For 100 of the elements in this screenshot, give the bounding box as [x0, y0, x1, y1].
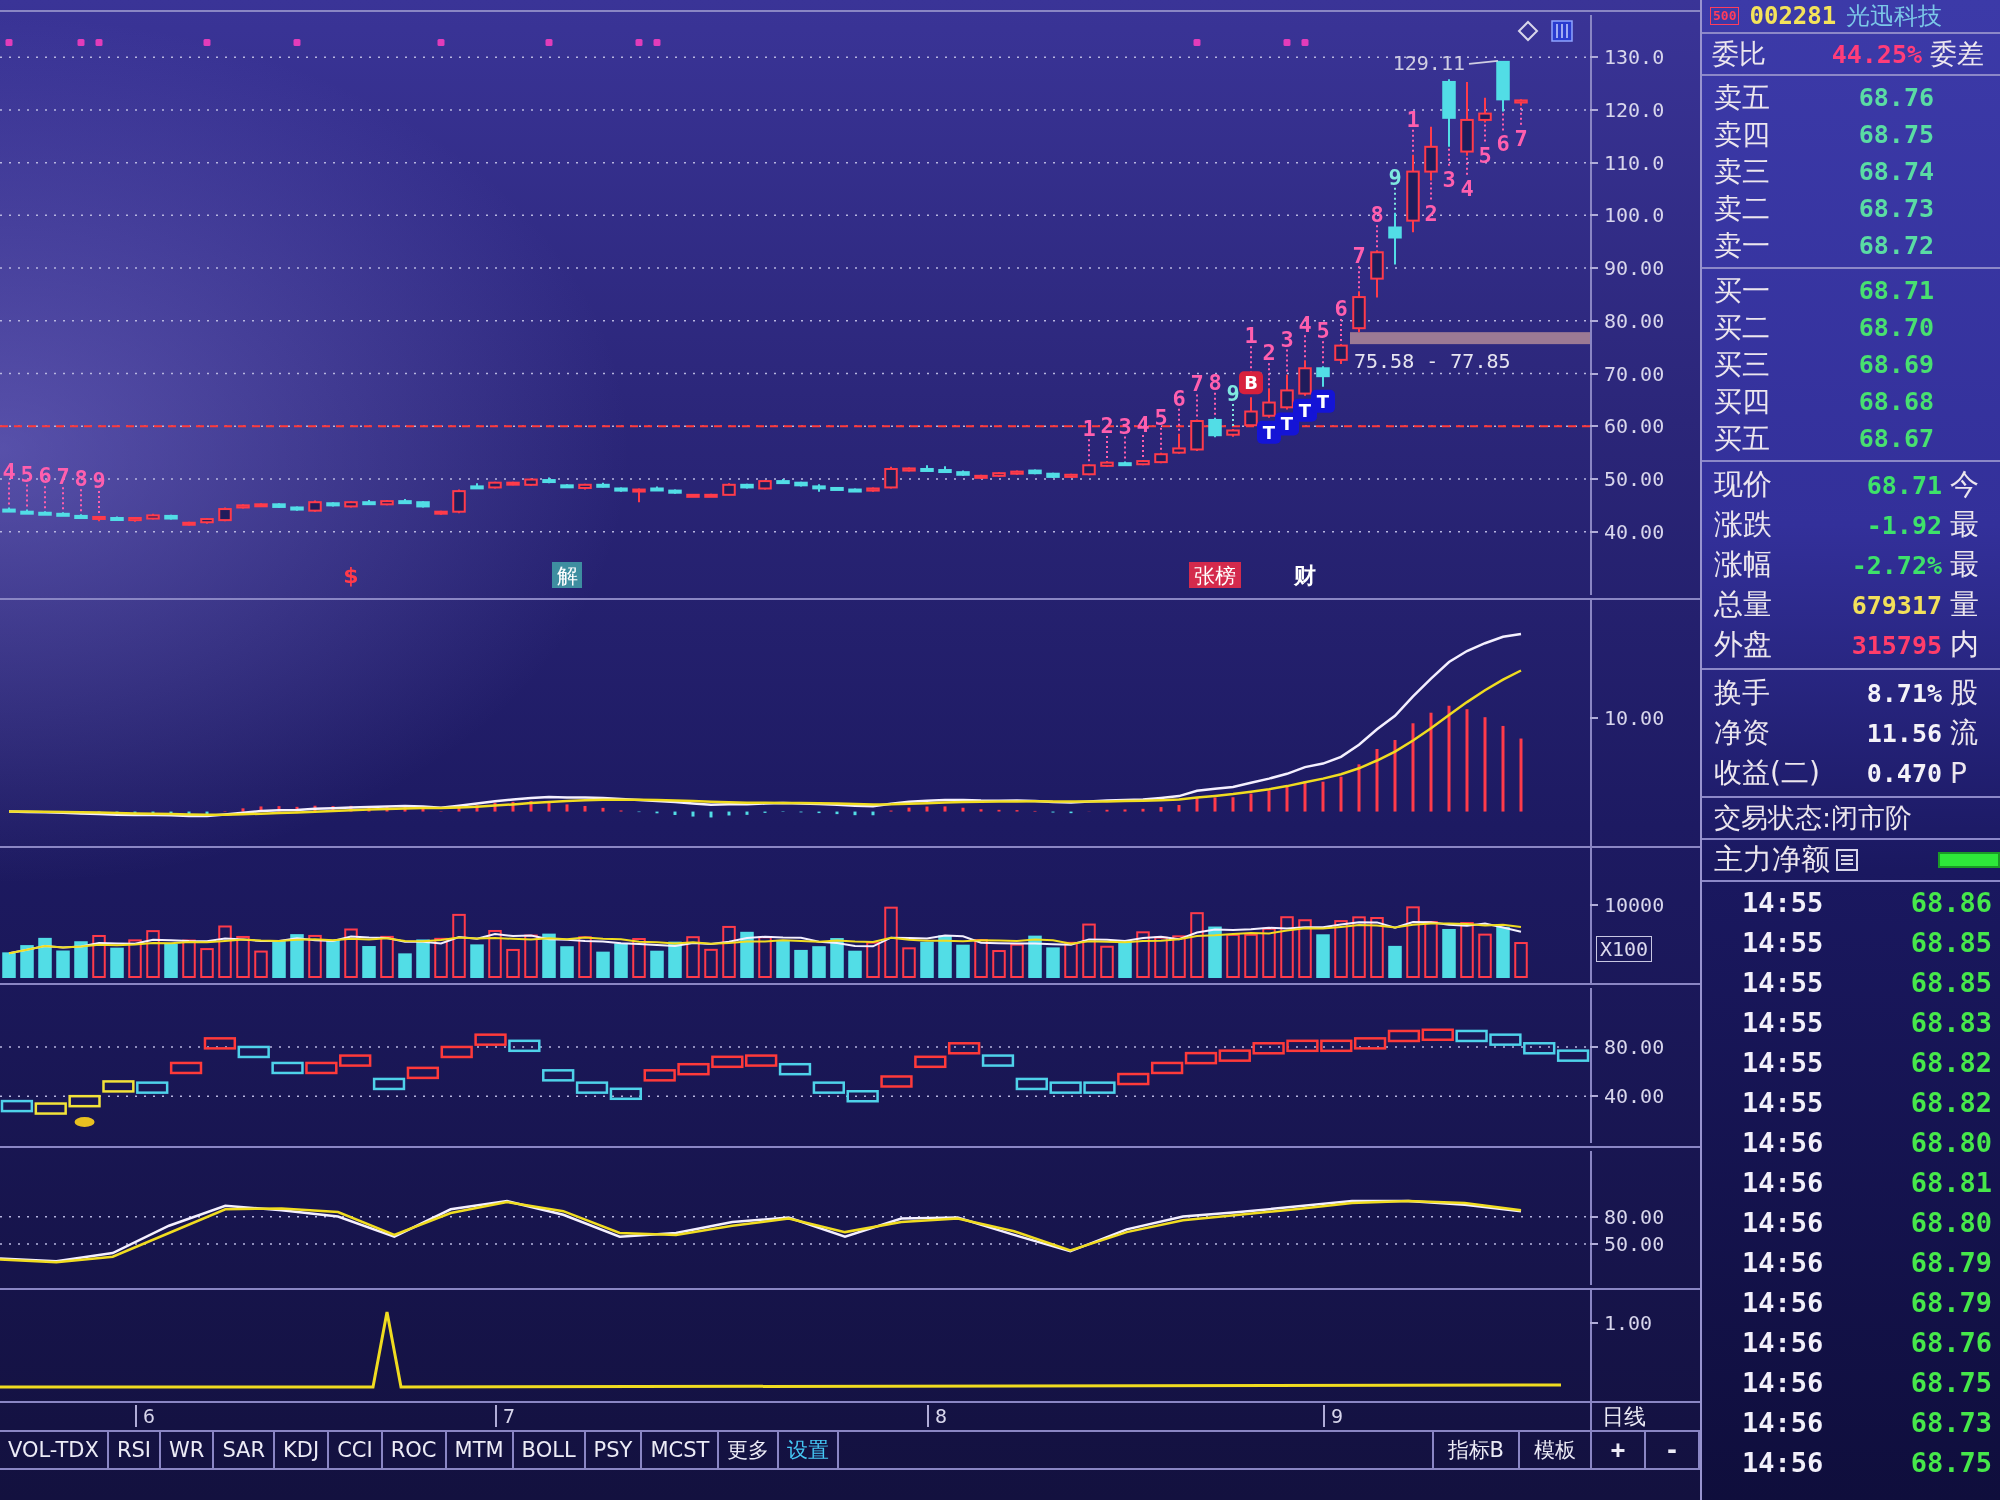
- ask-price: 68.74: [1857, 157, 1934, 186]
- ask-label: 卖二: [1714, 190, 1771, 227]
- candle: [650, 485, 664, 492]
- count-label: 4: [2, 459, 16, 507]
- stat-value: 315795: [1850, 630, 1942, 660]
- bid-label: 买二: [1714, 309, 1771, 346]
- count-label: 9: [1388, 164, 1402, 212]
- stock-name: 光迅科技: [1846, 1, 1943, 32]
- columns-icon[interactable]: [1551, 20, 1573, 42]
- count-label: 7: [1190, 371, 1204, 419]
- indicator-tab[interactable]: MTM: [446, 1432, 514, 1468]
- stat-side-label: 今: [1950, 466, 1979, 503]
- bid-label: 买三: [1714, 346, 1771, 383]
- count-label: 7: [56, 464, 70, 512]
- count-label: 2: [1100, 413, 1114, 461]
- tick-time: 14:56: [1742, 1366, 1824, 1398]
- stat-value: 0.470: [1865, 758, 1942, 788]
- count-label: 5: [1316, 318, 1330, 366]
- tick-time: 14:55: [1742, 1006, 1824, 1038]
- stat-value: 8.71%: [1865, 678, 1942, 708]
- count-label: 3: [1442, 147, 1456, 192]
- bid-label: 买五: [1714, 420, 1771, 457]
- bid-label: 买四: [1714, 383, 1771, 420]
- indicator-tab[interactable]: CCI: [329, 1432, 383, 1468]
- stat-label: 涨幅: [1714, 546, 1773, 583]
- ask-price: 68.72: [1857, 231, 1934, 260]
- tick-time: 14:55: [1742, 1046, 1824, 1078]
- count-label: 5: [1154, 404, 1168, 452]
- time-axis-label: 6: [135, 1405, 156, 1427]
- zoom-button[interactable]: +: [1592, 1432, 1646, 1468]
- count-label: 2: [1262, 340, 1276, 388]
- stat-label: 总量: [1714, 586, 1773, 623]
- tick-time: 14:56: [1742, 1446, 1824, 1478]
- indicator-tab[interactable]: VOL-TDX: [0, 1432, 109, 1468]
- tick-price: 68.85: [1910, 926, 1992, 958]
- tick-price: 68.76: [1910, 1326, 1992, 1358]
- list-icon[interactable]: [1836, 849, 1858, 871]
- signal-badge: B: [1239, 371, 1263, 395]
- toolbar-button[interactable]: 模板: [1518, 1432, 1590, 1468]
- candle: [290, 505, 304, 512]
- tick-price: 68.82: [1910, 1086, 1992, 1118]
- candle: [632, 487, 646, 504]
- count-label: 8: [74, 466, 88, 514]
- candle: [92, 514, 106, 523]
- stat-value: 679317: [1850, 590, 1942, 620]
- tick-price: 68.82: [1910, 1046, 1992, 1078]
- trade-status: 交易状态:闭市阶: [1714, 801, 1913, 835]
- band-label: 75.58 - 77.85: [1354, 349, 1511, 374]
- bid-price: 68.71: [1857, 276, 1934, 305]
- ratio-label: 委比: [1712, 37, 1767, 71]
- tick-price: 68.80: [1910, 1206, 1992, 1238]
- indicator-tab[interactable]: WR: [161, 1432, 215, 1468]
- stat-value: 11.56: [1865, 718, 1942, 748]
- stat-label: 净资: [1714, 715, 1771, 751]
- tick-time: 14:56: [1742, 1166, 1824, 1198]
- indicator-tab[interactable]: 更多: [719, 1432, 780, 1468]
- indicator-tab[interactable]: BOLL: [513, 1432, 586, 1468]
- indicator-tab[interactable]: ROC: [382, 1432, 447, 1468]
- indicator-tab[interactable]: SAR: [214, 1432, 276, 1468]
- diamond-icon[interactable]: [1517, 20, 1539, 42]
- count-label: 5: [1478, 123, 1492, 168]
- indicator-tab[interactable]: PSY: [585, 1432, 643, 1468]
- candle: [2, 506, 16, 513]
- stat-label: 换手: [1714, 675, 1771, 711]
- bid-price: 68.70: [1857, 313, 1934, 342]
- tick-price: 68.79: [1910, 1246, 1992, 1278]
- ask-price: 68.73: [1857, 194, 1934, 223]
- ask-label: 卖一: [1714, 227, 1771, 264]
- count-label: 2: [1424, 181, 1438, 226]
- stat-value: -1.92: [1865, 510, 1942, 540]
- tick-time: 14:56: [1742, 1126, 1824, 1158]
- index-tag: 500: [1710, 7, 1740, 25]
- time-axis-label: 9: [1323, 1405, 1344, 1427]
- price-annotation: 129.11: [1392, 50, 1499, 75]
- bid-price: 68.69: [1857, 350, 1934, 379]
- tick-time: 14:55: [1742, 1086, 1824, 1118]
- stock-code: 002281: [1749, 2, 1837, 30]
- tick-time: 14:56: [1742, 1206, 1824, 1238]
- tick-time: 14:56: [1742, 1286, 1824, 1318]
- toolbar-button[interactable]: 指标B: [1431, 1432, 1518, 1468]
- tick-price: 68.75: [1910, 1366, 1992, 1398]
- indicator-tab[interactable]: RSI: [108, 1432, 161, 1468]
- indicator-tab[interactable]: KDJ: [275, 1432, 330, 1468]
- stat-label: 现价: [1714, 466, 1773, 503]
- bid-price: 68.68: [1857, 387, 1934, 416]
- count-label: 4: [1460, 156, 1474, 201]
- tick-price: 68.83: [1910, 1006, 1992, 1038]
- count-label: 8: [1370, 202, 1384, 250]
- stat-label: 收益(二): [1714, 755, 1821, 791]
- indicator-tab[interactable]: 设置: [779, 1432, 840, 1468]
- tick-price: 68.75: [1910, 1446, 1992, 1478]
- candle: [1190, 418, 1204, 453]
- count-label: 5: [20, 461, 34, 509]
- event-label: 财: [1294, 563, 1316, 588]
- tick-time: 14:56: [1742, 1326, 1824, 1358]
- net-amount-label: 主力净额: [1714, 841, 1830, 878]
- count-label: 6: [1172, 385, 1186, 433]
- tick-time: 14:55: [1742, 966, 1824, 998]
- indicator-tab[interactable]: MCST: [642, 1432, 720, 1468]
- tick-price: 68.73: [1910, 1406, 1992, 1438]
